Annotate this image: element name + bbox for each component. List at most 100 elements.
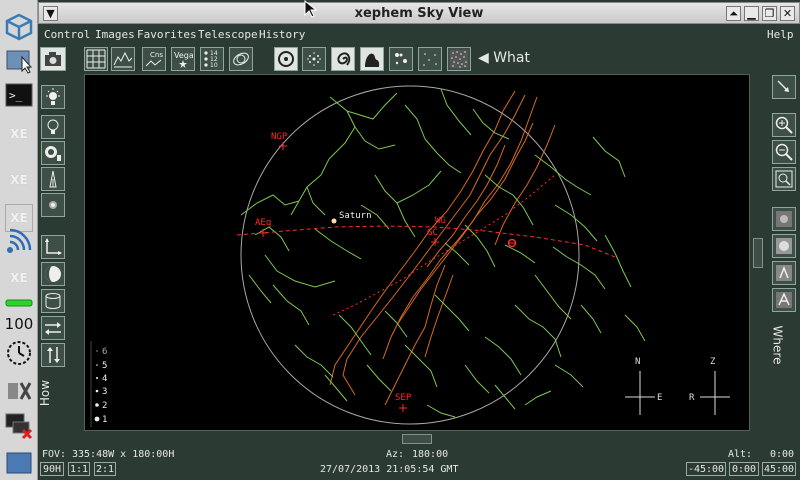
zoom-out-icon[interactable] [772,140,796,164]
network-disconnected-icon[interactable] [3,410,35,440]
compass-z-label: Z [710,357,716,367]
where-label-text: Where [770,325,785,365]
magnitude-labels-icon[interactable]: 14 12 10 [200,47,224,71]
magnitude-legend: 6 5 4 3 2 1 [90,341,107,427]
image-annotate-icon[interactable] [772,288,796,312]
sep-label: SEP [395,393,412,403]
desktop-pointer-icon[interactable] [3,46,35,76]
svg-text:>_: >_ [9,89,23,102]
close-button[interactable]: ✕ [780,6,795,21]
pointer-tool-icon[interactable] [772,75,796,99]
moon-phase-icon[interactable] [41,262,65,286]
dense-field-icon[interactable] [447,47,471,71]
show-desktop-icon[interactable] [3,448,35,478]
aspect-1-1-button[interactable]: 1:1 [68,462,90,476]
xe-app-icon[interactable]: XE [5,120,33,148]
desktop: >_ XE XE XE XE 100 ▼ xephem Sky View ⏶ ▁… [0,0,800,480]
zoom-in-icon[interactable] [772,113,796,137]
milky-way-contours [329,90,556,406]
what-toggle-button[interactable]: ◀ What [478,50,530,66]
print-camera-icon[interactable] [40,47,66,71]
package-icon[interactable] [3,12,35,42]
mag-legend-5: 5 [102,361,107,371]
saturn-marker: Saturn [331,211,372,224]
xe-app-icon[interactable]: XE [5,264,33,292]
telescope-icon[interactable] [41,167,65,191]
horizontal-scroll-thumb[interactable] [402,434,432,444]
menu-telescope[interactable]: Telescope [198,28,258,41]
star-cluster-icon[interactable] [302,47,326,71]
faint-stars-icon[interactable] [418,47,442,71]
title-bar[interactable]: ▼ xephem Sky View ⏶ ▁ ❐ ✕ [38,2,800,24]
double-star-icon[interactable] [389,47,413,71]
mouse-cursor-icon [304,0,318,18]
image-gray-icon[interactable] [772,207,796,231]
ngp-label: NGP [271,132,288,142]
ecliptic-line [236,225,616,258]
launcher-dock: >_ XE XE XE XE 100 [0,0,38,480]
nebula-icon[interactable] [360,47,384,71]
ecliptic-icon[interactable] [229,47,253,71]
horizontal-scrollbar[interactable] [84,432,750,446]
range-right-button[interactable]: 45:00 [762,462,796,476]
sky-canvas[interactable]: NGP Saturn AEq WG GC SEP 6 5 4 3 2 1 N E… [84,74,750,431]
compass-n-label: N [635,357,640,367]
bulb-dim-icon[interactable] [41,141,65,165]
how-toggle-button[interactable]: How [38,372,60,412]
menu-favorites[interactable]: Favorites [137,28,197,41]
alt-value: 0:00 [770,449,795,460]
vertical-scrollbar[interactable] [751,74,765,431]
menu-history[interactable]: History [259,28,305,41]
flip-vertical-icon[interactable] [41,343,65,367]
cylinder-projection-icon[interactable] [41,289,65,313]
alt-label: Alt: [728,449,753,460]
galaxy-icon[interactable] [331,47,355,71]
settings-tools-icon[interactable] [3,376,35,406]
fuzzy-object-icon[interactable] [41,193,65,217]
az-value: 180:00 [412,449,449,460]
axis-coordinates-icon[interactable] [41,235,65,259]
saturn-label: Saturn [339,211,372,221]
cns-text: Cns [150,51,163,59]
range-center-button[interactable]: 0:00 [729,462,759,476]
fov-value: 335:48W x 180:00H [72,449,175,460]
terminal-icon[interactable]: >_ [3,80,35,110]
shade-button[interactable]: ⏶ [726,6,741,21]
status-bar: FOV: 335:48W x 180:00H Az: 180:00 Alt: 0… [38,446,800,480]
star-names-icon[interactable]: Vega [171,47,195,71]
equatorial-compass [625,371,655,415]
vertical-scroll-thumb[interactable] [753,238,763,268]
where-toggle-button[interactable]: Where [770,318,790,370]
compass-r-label: R [689,393,695,403]
image-contrast-icon[interactable] [772,234,796,258]
maximize-button[interactable]: ❐ [762,6,777,21]
datetime-readout: 27/07/2013 21:05:54 GMT [320,464,459,475]
view-90h-button[interactable]: 90H [40,462,64,476]
xe-app-icon[interactable]: XE [5,166,33,194]
vega-text: Vega [174,51,193,60]
horizon-circle [240,85,580,425]
lightbulb-icon[interactable] [41,115,65,139]
minimize-button[interactable]: ▁ [744,6,759,21]
mag10-text: 10 [210,62,218,69]
image-glyph-icon[interactable] [772,261,796,285]
clock-icon[interactable] [3,338,35,368]
grid-icon[interactable] [84,47,108,71]
menu-control[interactable]: Control [44,28,90,41]
menu-images[interactable]: Images [95,28,135,41]
range-left-button[interactable]: -45:00 [686,462,726,476]
wg-label: WG [435,216,446,226]
wifi-signal-icon[interactable] [3,228,35,258]
how-label-text: How [38,379,53,407]
target-circle-icon[interactable] [274,47,298,71]
brightness-icon[interactable] [41,85,65,109]
aeq-label: AEq [255,218,271,228]
mag-legend-1: 1 [102,415,107,425]
horizon-icon[interactable] [111,47,135,71]
flip-horizontal-icon[interactable] [41,316,65,340]
constellation-names-icon[interactable]: Cns [142,47,166,71]
aspect-2-1-button[interactable]: 2:1 [94,462,116,476]
az-label: Az: [386,449,405,460]
menu-help[interactable]: Help [767,28,794,41]
zoom-fit-icon[interactable] [772,167,796,191]
